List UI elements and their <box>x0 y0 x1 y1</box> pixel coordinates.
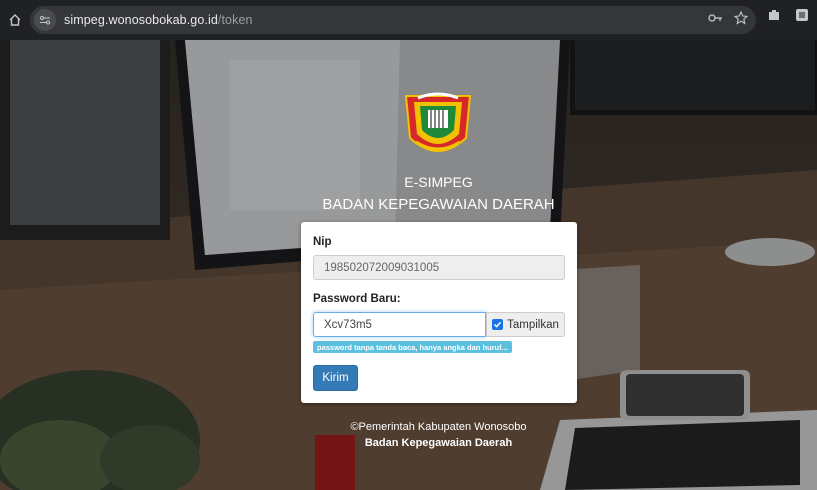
site-settings-icon[interactable] <box>34 9 56 31</box>
new-password-field[interactable]: Xcv73m5 <box>313 312 486 337</box>
password-key-icon[interactable] <box>708 11 724 29</box>
org-title: BADAN KEPEGAWAIAN DAERAH <box>322 196 555 213</box>
url-host: simpeg.wonosobokab.go.id <box>64 13 218 27</box>
home-icon[interactable] <box>4 9 26 31</box>
password-label: Password Baru: <box>313 293 401 305</box>
browser-toolbar: simpeg.wonosobokab.go.id/token <box>0 0 817 40</box>
app-title: E-SIMPEG <box>404 174 473 190</box>
nip-label: Nip <box>313 236 332 248</box>
show-password-checkbox[interactable] <box>492 319 504 330</box>
bookmark-star-icon[interactable] <box>733 10 749 30</box>
url-path: /token <box>217 13 253 27</box>
url-text[interactable]: simpeg.wonosobokab.go.id/token <box>64 13 253 27</box>
footer-org: Badan Kepegawaian Daerah <box>364 437 513 449</box>
token-form-card: Nip 198502072009031005 Password Baru: Xc… <box>301 222 577 403</box>
submit-button[interactable]: Kirim <box>313 365 358 391</box>
address-bar[interactable]: simpeg.wonosobokab.go.id/token <box>30 6 756 34</box>
profile-icon[interactable] <box>795 8 809 27</box>
wonosobo-logo <box>402 90 474 164</box>
password-hint-badge: password tanpa tanda baca, hanya angka d… <box>313 341 512 353</box>
nip-field[interactable]: 198502072009031005 <box>313 255 565 280</box>
show-password-label: Tampilkan <box>507 318 559 331</box>
extensions-icon[interactable] <box>767 8 781 27</box>
footer-copyright: ©Pemerintah Kabupaten Wonosobo <box>350 421 527 433</box>
show-password-toggle[interactable]: Tampilkan <box>486 312 565 337</box>
